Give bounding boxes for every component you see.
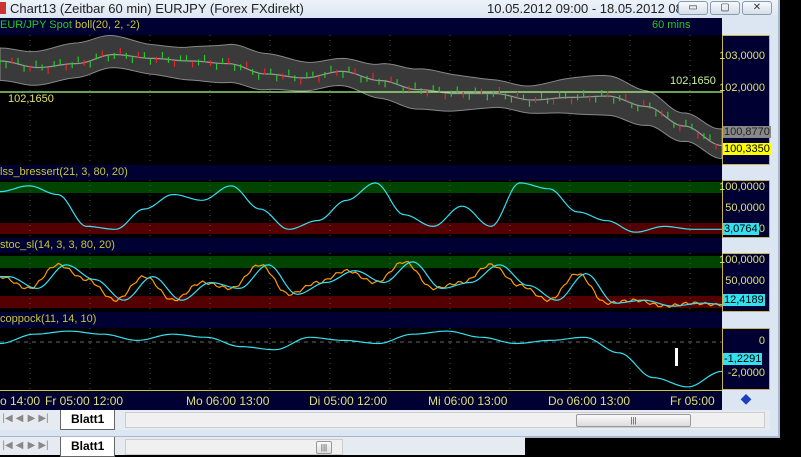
axis-label: 0: [758, 223, 765, 235]
indicator-label: stoc_sl(14, 3, 3, 80, 20): [0, 239, 115, 251]
scrollbar-thumb[interactable]: |||: [316, 441, 332, 454]
next-sheet-button[interactable]: ▶: [26, 413, 37, 427]
time-label: Mo 06:00 13:00: [186, 394, 270, 408]
indicator-label: coppock(11, 14, 10): [0, 313, 97, 325]
horizontal-scrollbar[interactable]: |||: [125, 412, 765, 428]
stoc-panel-header: stoc_sl(14, 3, 3, 80, 20): [0, 238, 722, 253]
window-title: Chart13 (Zeitbar 60 min) EURJPY (Forex F…: [10, 1, 304, 16]
chart-window: Chart13 (Zeitbar 60 min) EURJPY (Forex F…: [0, 0, 780, 438]
indicator-label: boll(20, 2, -2): [75, 19, 140, 31]
stoc-axis[interactable]: 100,0000 50,0000 0 12,4189: [719, 253, 770, 312]
axis-label: 102,0000: [719, 82, 765, 94]
scrollbar-thumb[interactable]: |||: [576, 414, 691, 427]
coppock-panel-header: coppock(11, 14, 10): [0, 312, 722, 328]
close-button[interactable]: ✕: [742, 1, 772, 15]
axis-label: 100,0000: [719, 181, 765, 193]
lss-panel-header: lss_bressert(21, 3, 80, 20): [0, 165, 722, 180]
last-sheet-button[interactable]: ▶|: [38, 440, 49, 454]
axis-label: 100,0000: [719, 254, 765, 266]
time-label: Fr 05:00: [670, 394, 715, 408]
sheet-tab[interactable]: Blatt1: [60, 437, 116, 457]
lss-chart[interactable]: [0, 180, 722, 238]
coppock-chart[interactable]: [0, 328, 722, 390]
time-axis[interactable]: o 14:00 Fr 05:00 12:00 Mo 06:00 13:00 Di…: [0, 390, 722, 410]
axis-label: 103,0000: [719, 50, 765, 62]
maximize-button[interactable]: ▢: [710, 1, 740, 15]
signal-marker: [675, 348, 678, 366]
coppock-value-tag: -1,2291: [723, 353, 763, 365]
hline-label-right: 102,1650: [670, 75, 716, 87]
draw-tool-icon[interactable]: ◆: [722, 390, 770, 410]
next-sheet-button[interactable]: ▶: [26, 440, 37, 454]
app-icon: [0, 2, 6, 14]
stoc-value-tag: 12,4189: [723, 294, 765, 306]
sheet-tab-bar: |◀ ◀ ▶ ▶| Blatt1 |||: [0, 410, 770, 430]
last-sheet-button[interactable]: ▶|: [38, 413, 49, 427]
minimize-button[interactable]: ▭: [678, 1, 708, 15]
price-chart[interactable]: 102,1650 102,1650: [0, 35, 722, 165]
sheet-tab[interactable]: Blatt1: [60, 410, 116, 430]
prev-sheet-button[interactable]: ◀: [14, 440, 25, 454]
title-bar[interactable]: Chart13 (Zeitbar 60 min) EURJPY (Forex F…: [0, 0, 778, 18]
coppock-axis[interactable]: 0 -2,0000 -1,2291: [722, 328, 770, 390]
prev-sheet-button[interactable]: ◀: [14, 413, 25, 427]
lss-axis[interactable]: 100,0000 50,0000 0 3,0764: [719, 180, 770, 238]
time-label: Fr 05:00 12:00: [45, 394, 124, 408]
time-label: Mi 06:00 13:00: [428, 394, 508, 408]
axis-label: -2,0000: [727, 367, 765, 379]
instrument-label: EUR/JPY Spot: [0, 19, 72, 31]
time-label: Di 05:00 12:00: [309, 394, 388, 408]
sheet-tab-bar-2: |◀ ◀ ▶ ▶| Blatt1 |||: [0, 437, 525, 457]
axis-label: 50,0000: [725, 275, 765, 287]
horizontal-scrollbar[interactable]: |||: [125, 439, 343, 455]
axis-label: 0: [758, 335, 765, 347]
price-axis[interactable]: 103,0000 102,0000 100,8770 100,3350: [719, 35, 771, 165]
timeframe-label: 60 mins: [652, 19, 691, 31]
last-price-tag: 100,8770: [723, 126, 771, 138]
time-label: o 14:00: [0, 394, 41, 408]
stoc-chart[interactable]: [0, 253, 722, 312]
indicator-label: lss_bressert(21, 3, 80, 20): [0, 166, 128, 178]
current-price-tag: 100,3350: [723, 143, 771, 155]
time-label: Do 06:00 13:00: [548, 394, 631, 408]
first-sheet-button[interactable]: |◀: [2, 413, 13, 427]
coppock-line: [0, 330, 722, 388]
overbought-zone: [0, 256, 722, 268]
first-sheet-button[interactable]: |◀: [2, 440, 13, 454]
hline-label: 102,1650: [8, 93, 54, 105]
date-range: 10.05.2012 09:00 - 18.05.2012 08:00: [487, 1, 701, 16]
lss-value-tag: 3,0764: [723, 223, 759, 235]
axis-label: 50,0000: [725, 202, 765, 214]
background-window: [780, 0, 801, 455]
price-panel-header: EUR/JPY Spot boll(20, 2, -2) 60 mins: [0, 18, 722, 35]
